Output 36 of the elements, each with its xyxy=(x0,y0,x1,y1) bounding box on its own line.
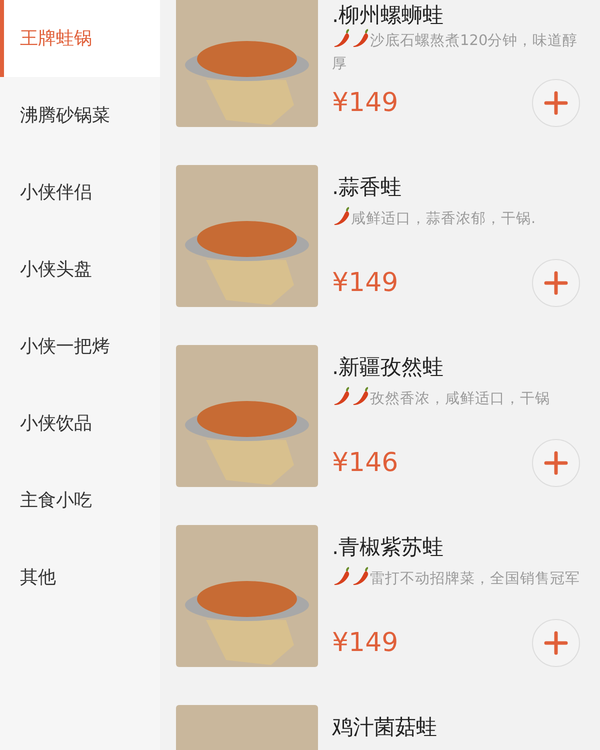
dish-price: ¥149 xyxy=(332,86,398,120)
chili-icon xyxy=(351,567,370,586)
category-tab[interactable]: 小侠伴侣 xyxy=(0,154,160,231)
dish-name: .柳州螺蛳蛙 xyxy=(332,2,445,29)
chili-icon xyxy=(332,207,351,226)
dish-price: ¥149 xyxy=(332,626,398,660)
category-tab[interactable]: 小侠头盘 xyxy=(0,231,160,308)
dish-name: .蒜香蛙 xyxy=(332,174,403,201)
plus-icon xyxy=(544,91,568,115)
add-button[interactable] xyxy=(532,619,580,667)
add-button[interactable] xyxy=(532,79,580,127)
category-tab[interactable]: 其他 xyxy=(0,539,160,616)
category-tab[interactable]: 沸腾砂锅菜 xyxy=(0,77,160,154)
dish-name: .青椒紫苏蛙 xyxy=(332,534,445,561)
dish-description: 沙底石螺熬煮120分钟，味道醇厚 xyxy=(332,29,580,76)
chili-icon xyxy=(351,387,370,406)
add-button[interactable] xyxy=(532,439,580,487)
dish-name: 鸡汁菌菇蛙 xyxy=(332,714,438,741)
dish-price: ¥149 xyxy=(332,266,398,300)
category-tab[interactable]: 主食小吃 xyxy=(0,462,160,539)
chili-icon xyxy=(332,567,351,586)
category-tab[interactable]: 王牌蛙锅 xyxy=(0,0,160,77)
dish-price: ¥146 xyxy=(332,446,398,480)
category-tab[interactable]: 小侠饮品 xyxy=(0,385,160,462)
add-button[interactable] xyxy=(532,259,580,307)
dish-description: 咸鲜适口，蒜香浓郁，干锅. xyxy=(332,207,580,231)
dish-name: .新疆孜然蛙 xyxy=(332,354,445,381)
chili-icon xyxy=(351,29,370,48)
plus-icon xyxy=(544,451,568,475)
dish-description: 孜然香浓，咸鲜适口，干锅 xyxy=(332,387,580,411)
plus-icon xyxy=(544,271,568,295)
chili-icon xyxy=(332,29,351,48)
chili-icon xyxy=(332,387,351,406)
dish-description: 雷打不动招牌菜，全国销售冠军 xyxy=(332,567,580,591)
plus-icon xyxy=(544,631,568,655)
category-tab[interactable]: 小侠一把烤 xyxy=(0,308,160,385)
